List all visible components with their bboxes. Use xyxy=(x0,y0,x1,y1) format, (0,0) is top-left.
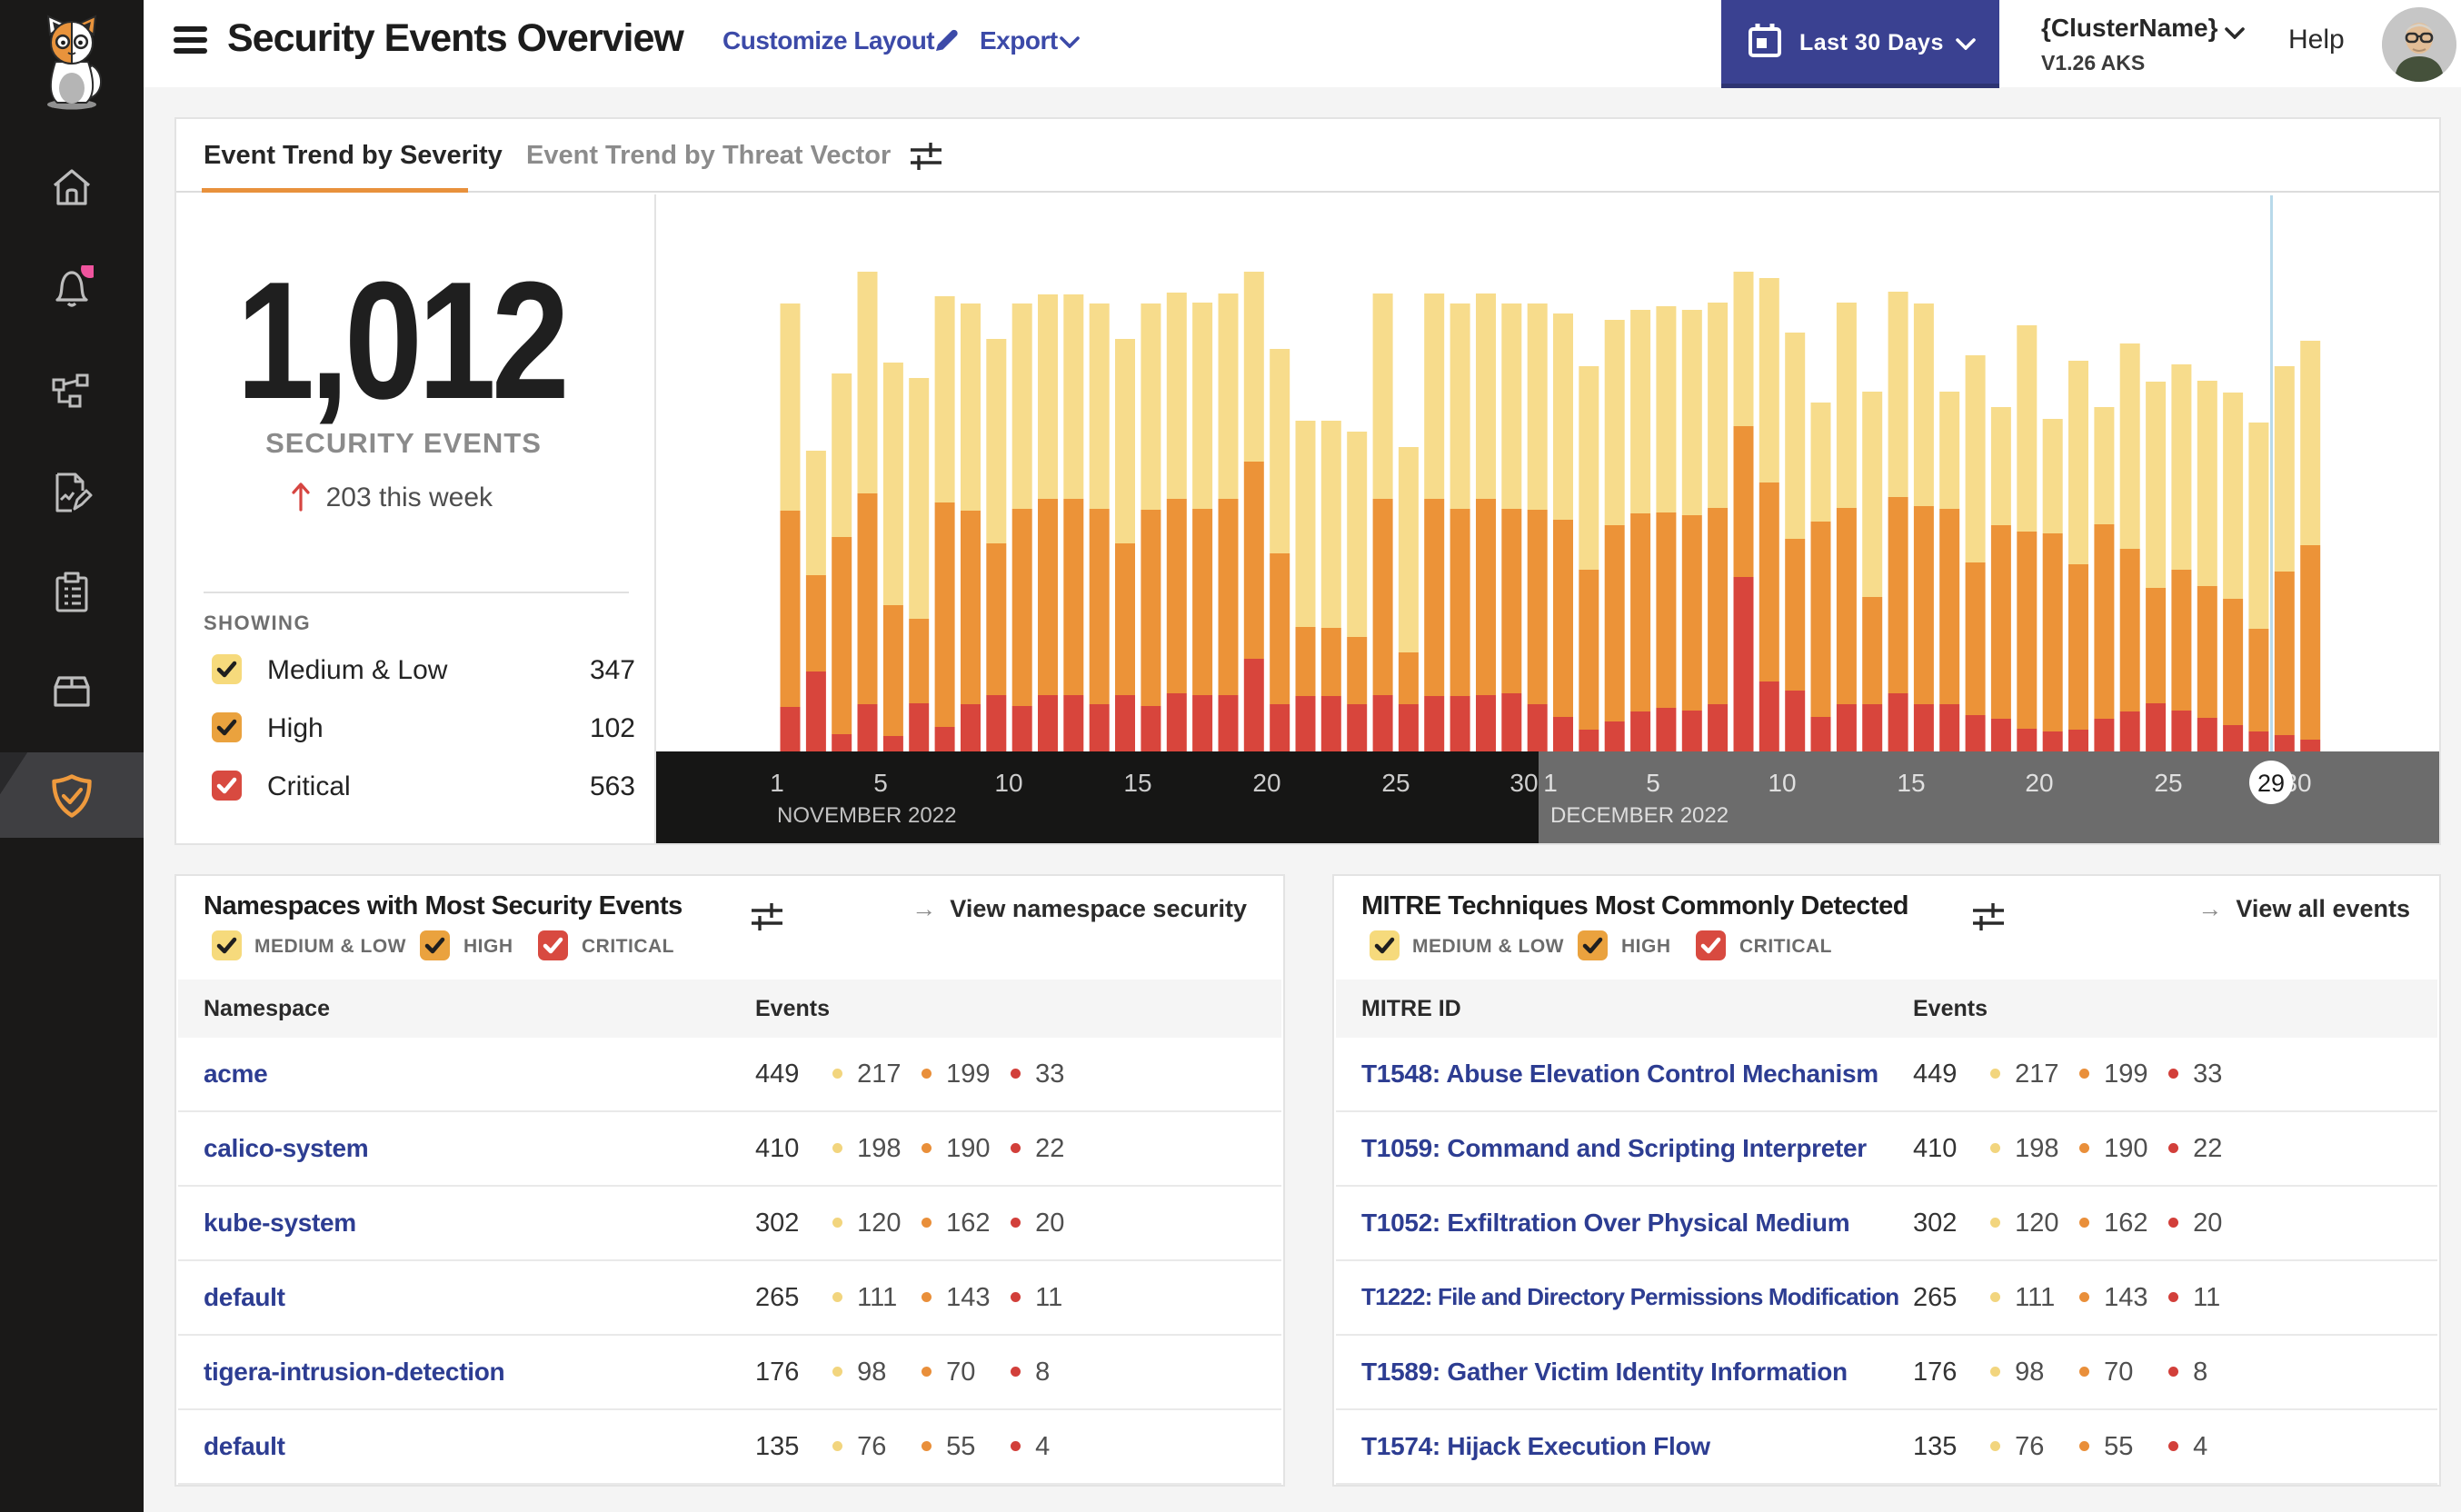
svg-text:5: 5 xyxy=(873,769,888,797)
svg-text:1: 1 xyxy=(770,769,784,797)
svg-text:DECEMBER 2022: DECEMBER 2022 xyxy=(1550,803,1729,828)
svg-text:NOVEMBER 2022: NOVEMBER 2022 xyxy=(777,803,956,828)
svg-text:20: 20 xyxy=(2025,769,2053,797)
svg-text:10: 10 xyxy=(994,769,1022,797)
svg-text:1: 1 xyxy=(1543,769,1558,797)
svg-text:30: 30 xyxy=(1509,769,1538,797)
svg-text:15: 15 xyxy=(1123,769,1151,797)
svg-text:25: 25 xyxy=(2154,769,2182,797)
svg-text:20: 20 xyxy=(1252,769,1280,797)
svg-text:5: 5 xyxy=(1646,769,1660,797)
svg-text:25: 25 xyxy=(1381,769,1410,797)
svg-text:15: 15 xyxy=(1897,769,1925,797)
svg-text:10: 10 xyxy=(1768,769,1796,797)
svg-text:29: 29 xyxy=(2257,770,2285,797)
